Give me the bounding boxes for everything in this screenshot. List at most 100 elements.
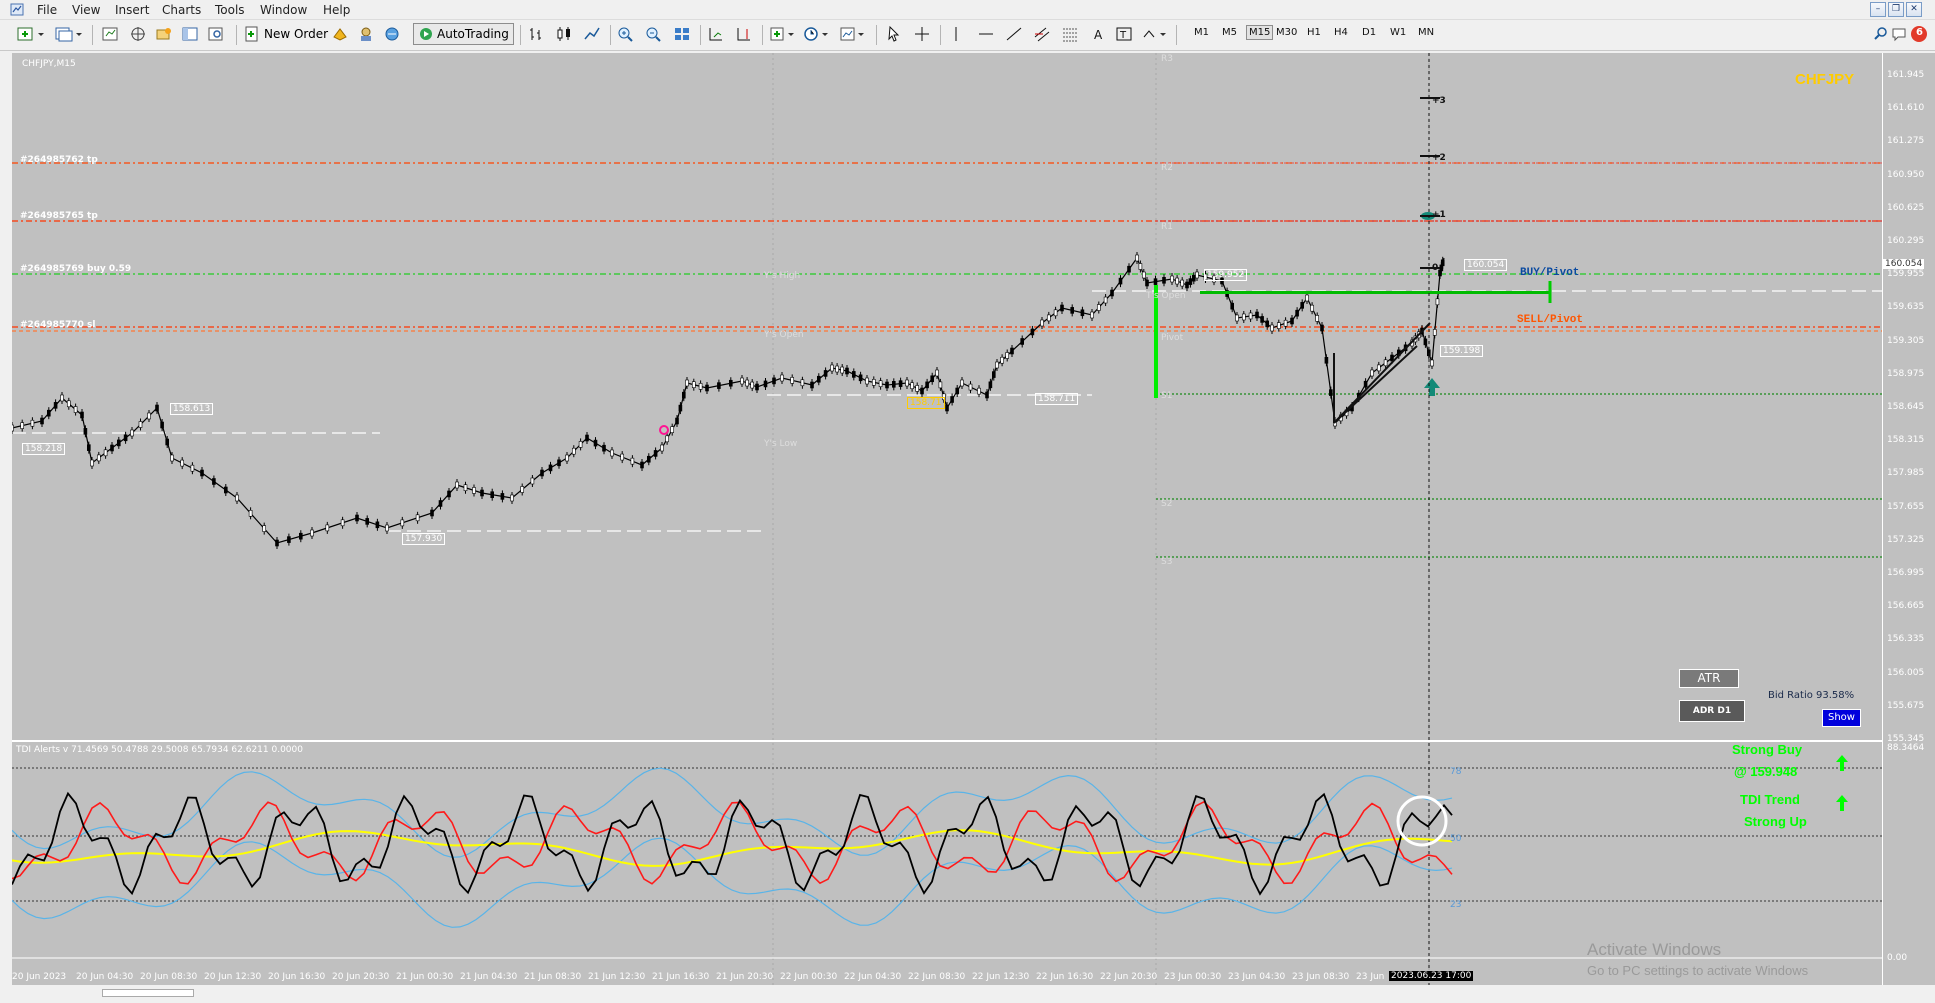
- candlestick-icon[interactable]: [554, 24, 574, 44]
- price-box: 158.218: [22, 443, 66, 455]
- chat-icon[interactable]: [1890, 24, 1908, 44]
- atr-button[interactable]: ATR: [1679, 669, 1739, 688]
- candle-body: [160, 421, 164, 429]
- crosshair-icon[interactable]: [912, 24, 932, 44]
- chart-window[interactable]: CHFJPY,M15 CHFJPY #264985762 tp #2649857…: [12, 53, 1882, 985]
- adr-button[interactable]: ADR D1: [1679, 700, 1745, 722]
- vertical-line-icon[interactable]: [946, 24, 966, 44]
- star-marker: [659, 425, 669, 435]
- tf-mn[interactable]: MN: [1418, 27, 1434, 38]
- price-tick: 161.945: [1887, 70, 1925, 80]
- arrows-icon[interactable]: [1140, 24, 1170, 44]
- equidistant-channel-icon[interactable]: [1032, 24, 1052, 44]
- auto-trading-label: AutoTrading: [437, 27, 509, 41]
- tf-w1[interactable]: W1: [1390, 27, 1406, 38]
- candle-body: [155, 404, 159, 412]
- auto-scroll-icon[interactable]: [706, 24, 726, 44]
- candle-body: [147, 412, 151, 420]
- candle-body: [1300, 302, 1304, 309]
- text-icon[interactable]: A: [1088, 24, 1108, 44]
- tf-h4[interactable]: H4: [1334, 27, 1348, 38]
- minimize-icon[interactable]: –: [1870, 2, 1886, 17]
- menu-charts[interactable]: Charts: [162, 3, 201, 17]
- profiles-icon[interactable]: [54, 24, 84, 44]
- tf-m1[interactable]: M1: [1194, 27, 1209, 38]
- tf-h1[interactable]: H1: [1307, 27, 1321, 38]
- menu-help[interactable]: Help: [323, 3, 350, 17]
- candle-body: [1070, 307, 1074, 314]
- horizontal-line-icon[interactable]: [976, 24, 996, 44]
- candle-body: [705, 384, 709, 392]
- pivot-s2-label: S2: [1161, 499, 1173, 509]
- tile-windows-icon[interactable]: [672, 24, 692, 44]
- fibonacci-icon[interactable]: [1060, 24, 1080, 44]
- pivot-s1-label: S1: [1161, 391, 1173, 401]
- candle-body: [1295, 309, 1299, 317]
- auto-trading-button[interactable]: AutoTrading: [413, 23, 514, 45]
- periods-icon[interactable]: [802, 24, 832, 44]
- show-button[interactable]: Show: [1822, 709, 1861, 727]
- tf-m5[interactable]: M5: [1222, 27, 1237, 38]
- zoom-out-icon[interactable]: [644, 24, 664, 44]
- signals-icon[interactable]: [356, 24, 376, 44]
- tf-m15[interactable]: M15: [1246, 25, 1274, 40]
- candle-body: [865, 377, 869, 385]
- chart-tab-scroll[interactable]: [102, 989, 194, 997]
- candle-body: [1138, 263, 1143, 270]
- cursor-icon[interactable]: [884, 24, 904, 44]
- candle-body: [988, 381, 993, 389]
- candle-body: [1103, 296, 1108, 304]
- search-icon[interactable]: [1872, 24, 1890, 44]
- zoom-in-icon[interactable]: [616, 24, 636, 44]
- templates-icon[interactable]: [838, 24, 868, 44]
- new-chart-icon[interactable]: [16, 24, 46, 44]
- menu-file[interactable]: File: [37, 3, 57, 17]
- market-watch-icon[interactable]: [100, 24, 120, 44]
- text-label-icon[interactable]: T: [1114, 24, 1134, 44]
- trendline-icon[interactable]: [1004, 24, 1024, 44]
- candle-body: [1370, 369, 1374, 377]
- candle-body: [630, 457, 635, 465]
- candle-body: [858, 374, 863, 382]
- chart-shift-icon[interactable]: [734, 24, 754, 44]
- new-order-button[interactable]: New Order: [243, 24, 328, 44]
- indicators-icon[interactable]: [768, 24, 798, 44]
- candle-body: [1047, 314, 1051, 322]
- candle-body: [593, 439, 598, 447]
- price-chart-canvas[interactable]: [12, 53, 1882, 985]
- price-box: 158.711: [1035, 393, 1079, 405]
- menu-tools[interactable]: Tools: [215, 3, 245, 17]
- menu-insert[interactable]: Insert: [115, 3, 149, 17]
- candle-body: [1195, 271, 1199, 279]
- tf-m30[interactable]: M30: [1276, 27, 1297, 38]
- candle-body: [790, 377, 795, 384]
- candle-body: [938, 381, 943, 389]
- menu-window[interactable]: Window: [260, 3, 307, 17]
- strategy-tester-icon[interactable]: [206, 24, 226, 44]
- metaeditor-icon[interactable]: [330, 24, 350, 44]
- candle-body: [1440, 259, 1445, 267]
- market-icon[interactable]: [382, 24, 402, 44]
- candle-body: [46, 409, 51, 417]
- candle-body: [30, 419, 35, 427]
- candle-body: [620, 453, 625, 461]
- notification-badge[interactable]: 6: [1910, 24, 1928, 44]
- line-chart-icon[interactable]: [582, 24, 602, 44]
- candle-body: [200, 469, 204, 477]
- activate-windows-title: Activate Windows: [1587, 940, 1722, 959]
- candle-body: [455, 481, 459, 489]
- terminal-icon[interactable]: [180, 24, 200, 44]
- menu-view[interactable]: View: [72, 3, 100, 17]
- candle-body: [400, 519, 405, 527]
- navigator-icon[interactable]: [154, 24, 174, 44]
- data-window-icon[interactable]: [128, 24, 148, 44]
- buy-arrow-icon: [1424, 378, 1440, 396]
- tf-d1[interactable]: D1: [1362, 27, 1376, 38]
- candle-body: [653, 450, 658, 457]
- candle-body: [646, 455, 651, 463]
- candle-body: [830, 364, 834, 372]
- restore-icon[interactable]: ❐: [1888, 2, 1904, 17]
- close-icon[interactable]: ✕: [1906, 2, 1922, 17]
- bar-chart-icon[interactable]: [526, 24, 546, 44]
- candle-body: [1180, 279, 1184, 287]
